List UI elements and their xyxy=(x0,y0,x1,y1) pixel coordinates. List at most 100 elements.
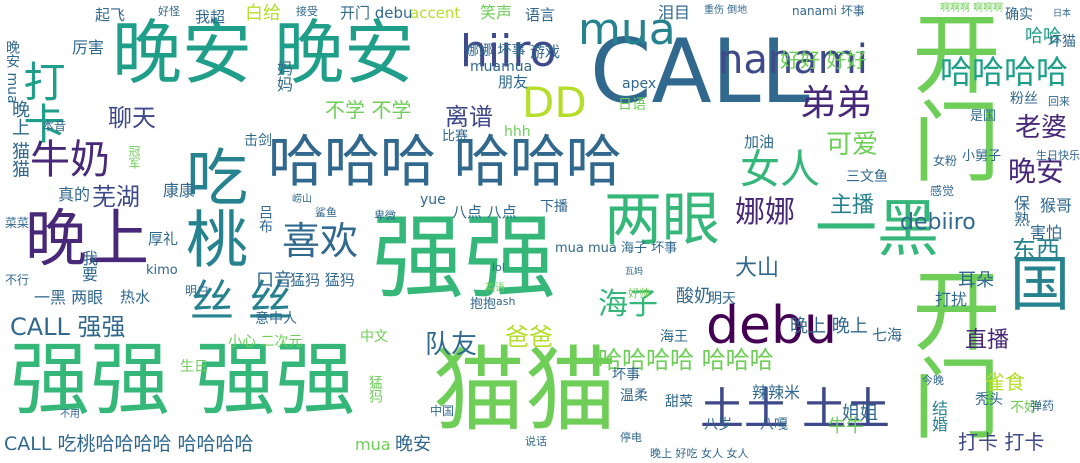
cloud-word: 晚安 mua xyxy=(4,40,20,104)
cloud-word: 弹药 xyxy=(1030,399,1055,413)
cloud-word: 击剑 xyxy=(244,133,272,149)
cloud-word: nanami 坏事 xyxy=(792,4,865,18)
cloud-word: 弟弟 xyxy=(800,83,873,124)
cloud-word: 喜欢 xyxy=(282,219,359,263)
cloud-word: muamua xyxy=(470,59,533,75)
cloud-word: 厉害 xyxy=(72,38,105,57)
cloud-word: 明天 xyxy=(708,291,736,307)
cloud-word: 秃头 xyxy=(975,392,1003,408)
cloud-word: 老婆 xyxy=(1015,113,1068,143)
cloud-word: 害怕 xyxy=(1030,223,1063,242)
cloud-word: 英语 xyxy=(485,283,505,294)
cloud-word: 语言 xyxy=(525,6,556,24)
cloud-word: 口音 xyxy=(256,270,292,291)
cloud-word: 牛奶 xyxy=(30,137,110,183)
cloud-word: 好怪 xyxy=(158,5,180,18)
cloud-word: 是国 xyxy=(970,109,997,124)
cloud-word: 国 xyxy=(1010,250,1070,320)
cloud-word: 康康 xyxy=(163,181,196,200)
cloud-word: 娜娜 坏事 xyxy=(465,43,526,59)
cloud-word: 泪目 xyxy=(658,3,691,22)
cloud-word: 爸爸 xyxy=(505,323,553,351)
cloud-word: 冠军 xyxy=(127,145,141,169)
cloud-word: ash xyxy=(496,295,516,308)
cloud-word: 比赛 xyxy=(442,129,469,144)
cloud-word: lol xyxy=(492,261,505,274)
cloud-word: 笑声 xyxy=(480,3,513,22)
cloud-word: 中国 xyxy=(430,404,455,418)
cloud-word: 打卡 打卡 xyxy=(958,430,1045,454)
cloud-word: 猛犸 猛犸 xyxy=(290,271,355,289)
cloud-word: 猴哥 xyxy=(1040,196,1073,215)
cloud-word: 牛牛 xyxy=(828,416,864,437)
cloud-word: 酸奶 xyxy=(676,286,712,307)
cloud-word: 队友 xyxy=(425,330,478,360)
cloud-word: 哈哈哈哈 xyxy=(940,53,1069,91)
cloud-word: 主播 xyxy=(830,193,875,218)
cloud-word: debiiro xyxy=(900,210,976,235)
cloud-word: CALL 吃桃哈哈哈哈 哈哈哈哈 xyxy=(4,433,254,455)
cloud-word: mua mua 海子 坏事 xyxy=(555,241,678,256)
cloud-word: 温柔 xyxy=(620,388,648,404)
cloud-word: 可爱 xyxy=(826,130,879,160)
cloud-word: 女人 xyxy=(740,147,820,193)
cloud-word: kimo xyxy=(146,263,178,278)
cloud-word: 一黑 两眼 xyxy=(34,288,104,307)
cloud-word: 芜湖 xyxy=(92,183,140,211)
cloud-word: 保熟 xyxy=(1011,195,1030,227)
cloud-word: 日语 xyxy=(618,97,646,113)
cloud-word: 真的 xyxy=(58,185,91,204)
cloud-word: 直播 xyxy=(965,328,1010,353)
cloud-word: 游戏 xyxy=(530,43,561,61)
cloud-word: CALL 强强 xyxy=(10,313,126,341)
cloud-word: 不学 不学 xyxy=(325,98,412,122)
cloud-word: 抱抱 xyxy=(470,297,497,312)
cloud-word: 生日快乐 xyxy=(1036,149,1080,162)
cloud-word: 卑微 xyxy=(374,209,396,222)
cloud-word: 确实 xyxy=(1005,7,1033,23)
cloud-word: 猛犸 xyxy=(367,375,383,403)
cloud-word: 七海 xyxy=(872,326,903,344)
cloud-word: 明白 xyxy=(185,284,210,298)
cloud-word: 晚安 xyxy=(395,434,431,455)
cloud-word: 晚安 晚安 xyxy=(112,12,415,94)
cloud-word: 意中人 xyxy=(255,311,297,327)
cloud-word: 晚上 晚上 xyxy=(790,316,868,337)
cloud-word: 小舅子 xyxy=(962,149,1002,164)
cloud-word: 粉丝 xyxy=(1010,91,1038,107)
cloud-word: 本音 xyxy=(42,119,67,133)
cloud-word: 感觉 xyxy=(930,184,955,198)
cloud-word: 坏猫 xyxy=(1048,34,1076,50)
cloud-word: 打扰 xyxy=(935,290,968,309)
cloud-word: 海王 xyxy=(660,329,688,345)
cloud-word: 热水 xyxy=(120,288,151,306)
cloud-word: 生日 xyxy=(180,359,208,375)
cloud-word: apex xyxy=(622,76,657,92)
cloud-word: 离谱 xyxy=(445,103,493,131)
cloud-word: 开门 debu xyxy=(340,4,413,22)
cloud-word: 鲨鱼 xyxy=(315,206,337,219)
cloud-word: 好好 好好 xyxy=(780,48,867,72)
cloud-word: hhh xyxy=(504,124,531,140)
cloud-word: 加油 xyxy=(744,133,775,151)
cloud-word: 接受 xyxy=(296,5,318,18)
cloud-word: 日本 xyxy=(1053,9,1072,19)
cloud-word: 强强 强强 xyxy=(10,333,356,426)
cloud-word: 妈妈 xyxy=(274,60,293,92)
cloud-word: 下播 xyxy=(540,199,568,215)
cloud-word: 大山 xyxy=(735,256,780,281)
cloud-word: 晚上 猫猫 xyxy=(9,100,30,178)
cloud-word: 小心 二次元 xyxy=(228,334,303,350)
cloud-word: accent xyxy=(410,4,461,22)
cloud-word: 八嘎 xyxy=(760,417,788,433)
cloud-word: 我要 xyxy=(79,250,98,282)
cloud-word: 晚上 好吃 女人 女人 xyxy=(650,447,749,460)
cloud-word: 娜娜 xyxy=(735,195,795,230)
cloud-word: 起飞 xyxy=(95,6,126,24)
cloud-word: 不用 xyxy=(60,409,80,420)
cloud-word: 朋友 xyxy=(498,73,529,91)
cloud-word: 辣辣米 xyxy=(752,383,801,402)
cloud-word: 晚安 xyxy=(1008,155,1065,188)
cloud-word: 八点 八点 xyxy=(452,203,517,221)
cloud-word: 不行 xyxy=(5,273,30,287)
